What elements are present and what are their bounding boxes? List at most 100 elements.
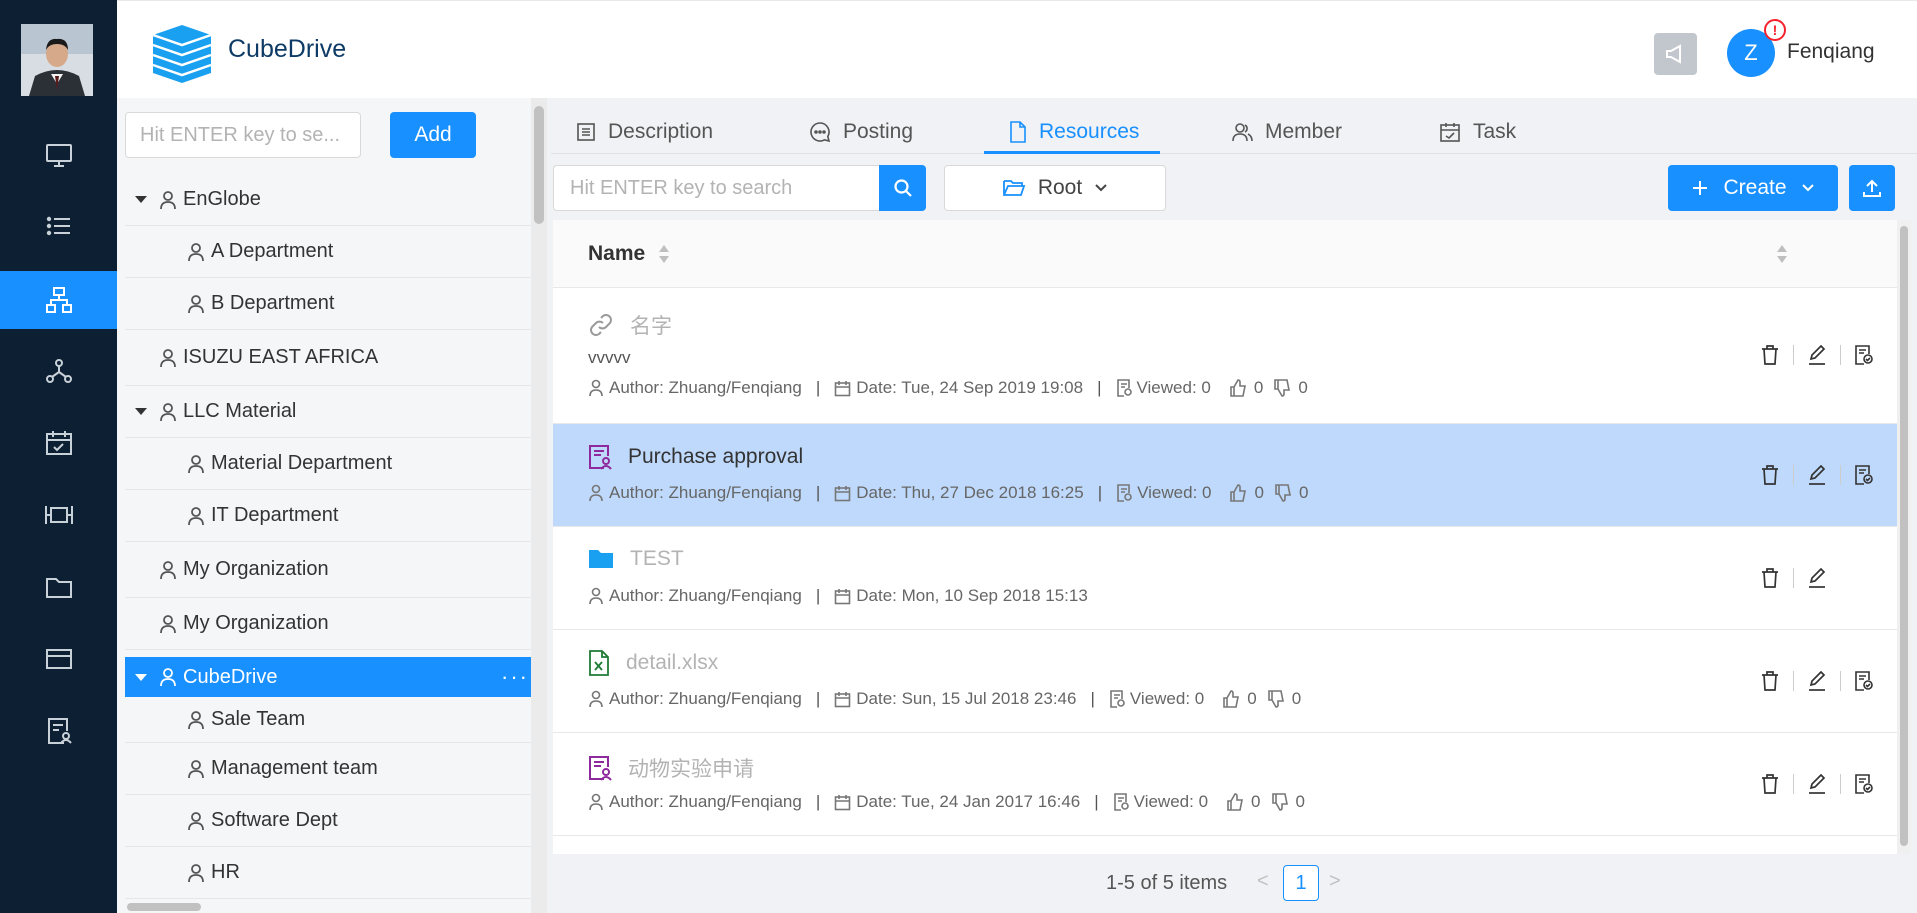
resource-title[interactable]: 名字 — [588, 310, 672, 340]
create-button[interactable]: Create — [1668, 165, 1838, 211]
sidebar-item-files[interactable] — [0, 558, 117, 616]
tree-node[interactable]: Material Department — [125, 438, 541, 490]
sidebar-item-list[interactable] — [0, 197, 117, 255]
resource-title[interactable]: TEST — [588, 547, 684, 571]
user-icon — [589, 587, 603, 605]
delete-button[interactable] — [1759, 670, 1781, 692]
tab-posting[interactable]: Posting — [809, 112, 913, 152]
thumbs-down-icon[interactable] — [1273, 379, 1291, 397]
add-button[interactable]: Add — [390, 112, 476, 158]
table-row[interactable]: TEST Author: Zhuang/Fenqiang | Date: Mon,… — [553, 527, 1897, 630]
tree-node[interactable]: Management team — [125, 743, 541, 795]
sort-icon[interactable] — [1776, 243, 1788, 265]
delete-button[interactable] — [1759, 567, 1781, 589]
sidebar-item-network[interactable] — [0, 342, 117, 400]
table-scrollbar-thumb[interactable] — [1900, 226, 1908, 846]
chevron-down-icon — [1801, 184, 1814, 192]
tab-member[interactable]: Member — [1231, 112, 1342, 152]
sort-icon[interactable] — [658, 243, 670, 265]
root-folder-dropdown[interactable]: Root — [944, 165, 1166, 211]
search-button[interactable] — [879, 165, 926, 211]
profile-photo[interactable] — [21, 24, 93, 96]
alert-badge[interactable]: ! — [1764, 19, 1786, 41]
column-header-name[interactable]: Name — [588, 242, 645, 266]
table-row[interactable]: 名字 vvvvv Author: Zhuang/Fenqiang | Date: … — [553, 288, 1897, 424]
row-actions — [1759, 670, 1875, 692]
thumbs-up-icon[interactable] — [1229, 379, 1247, 397]
tab-description[interactable]: Description — [576, 112, 713, 152]
tree-scrollbar-thumb[interactable] — [534, 106, 544, 224]
tree-node[interactable]: A Department — [125, 226, 541, 278]
action-divider — [1793, 774, 1794, 794]
prev-page-button[interactable]: < — [1257, 870, 1269, 893]
sidebar-item-desktop[interactable] — [0, 126, 117, 184]
tree-node[interactable]: B Department — [125, 278, 541, 330]
thumbs-up-icon[interactable] — [1226, 793, 1244, 811]
tab-task[interactable]: Task — [1439, 112, 1516, 152]
approval-button[interactable] — [1853, 670, 1875, 692]
sidebar-item-billing[interactable] — [0, 630, 117, 688]
tree-node[interactable]: IT Department — [125, 490, 541, 542]
thumbs-down-icon[interactable] — [1274, 484, 1292, 502]
delete-button[interactable] — [1759, 773, 1781, 795]
approval-button[interactable] — [1853, 344, 1875, 366]
tree-node[interactable]: HR — [125, 847, 541, 899]
date-text: Date: Mon, 10 Sep 2018 15:13 — [856, 586, 1088, 605]
sidebar-item-organization[interactable] — [0, 271, 117, 329]
tree-node[interactable]: Sale Team — [125, 697, 541, 743]
user-icon — [589, 793, 603, 811]
trash-icon — [1762, 774, 1778, 794]
resource-title[interactable]: Purchase approval — [588, 444, 803, 470]
announcement-button[interactable] — [1654, 33, 1697, 75]
sidebar-item-meeting[interactable] — [0, 486, 117, 544]
tab-resources[interactable]: Resources — [1009, 112, 1139, 152]
thumbs-down-icon[interactable] — [1267, 690, 1285, 708]
sidebar-item-calendar[interactable] — [0, 414, 117, 472]
thumbs-up-icon[interactable] — [1222, 690, 1240, 708]
tree-node-label: Sale Team — [211, 708, 306, 730]
sidebar-item-approvals[interactable] — [0, 702, 117, 760]
thumbs-down-icon[interactable] — [1271, 793, 1289, 811]
delete-button[interactable] — [1759, 464, 1781, 486]
resource-title[interactable]: detail.xlsx — [588, 650, 718, 676]
user-name[interactable]: Fenqiang — [1787, 40, 1875, 64]
document-check-icon — [1855, 774, 1873, 794]
approval-button[interactable] — [1853, 773, 1875, 795]
table-header: Name — [553, 220, 1897, 288]
resource-title[interactable]: 动物实验申请 — [588, 753, 754, 783]
delete-button[interactable] — [1759, 344, 1781, 366]
edit-button[interactable] — [1806, 567, 1828, 589]
thumbs-up-icon[interactable] — [1229, 484, 1247, 502]
tree-node[interactable]: LLC Material — [125, 386, 541, 438]
resource-search-input[interactable] — [553, 165, 879, 211]
tree-search-input[interactable] — [125, 112, 361, 158]
table-row-selected[interactable]: Purchase approval Author: Zhuang/Fenqian… — [553, 424, 1897, 527]
tree-node[interactable]: ISUZU EAST AFRICA — [125, 330, 541, 386]
resource-title-text: 动物实验申请 — [628, 758, 754, 781]
tree-node[interactable]: EnGlobe — [125, 174, 541, 226]
tree-horizontal-scrollbar[interactable] — [127, 903, 201, 911]
tree-node[interactable]: Software Dept — [125, 795, 541, 847]
tree-node-label: B Department — [211, 292, 335, 314]
trash-icon — [1762, 568, 1778, 588]
page-1-button[interactable]: 1 — [1283, 865, 1319, 901]
edit-button[interactable] — [1806, 670, 1828, 692]
tree-node-selected[interactable]: CubeDrive ··· — [125, 657, 541, 697]
caret-down-icon[interactable] — [135, 408, 147, 415]
table-row[interactable]: detail.xlsx Author: Zhuang/Fenqiang | Dat… — [553, 630, 1897, 733]
calendar-icon — [834, 485, 851, 501]
edit-button[interactable] — [1806, 464, 1828, 486]
next-page-button[interactable]: > — [1329, 870, 1341, 893]
action-divider — [1840, 671, 1841, 691]
tree-node[interactable]: My Organization — [125, 542, 541, 598]
upload-button[interactable] — [1849, 165, 1895, 211]
caret-down-icon[interactable] — [135, 673, 147, 681]
caret-down-icon[interactable] — [135, 196, 147, 203]
table-row[interactable]: 动物实验申请 Author: Zhuang/Fenqiang | Date: Tu… — [553, 733, 1897, 836]
edit-button[interactable] — [1806, 344, 1828, 366]
dislikes-count: 0 — [1291, 689, 1302, 708]
approval-button[interactable] — [1853, 464, 1875, 486]
tree-node[interactable]: My Organization — [125, 598, 541, 650]
more-options-icon[interactable]: ··· — [501, 664, 529, 690]
edit-button[interactable] — [1806, 773, 1828, 795]
